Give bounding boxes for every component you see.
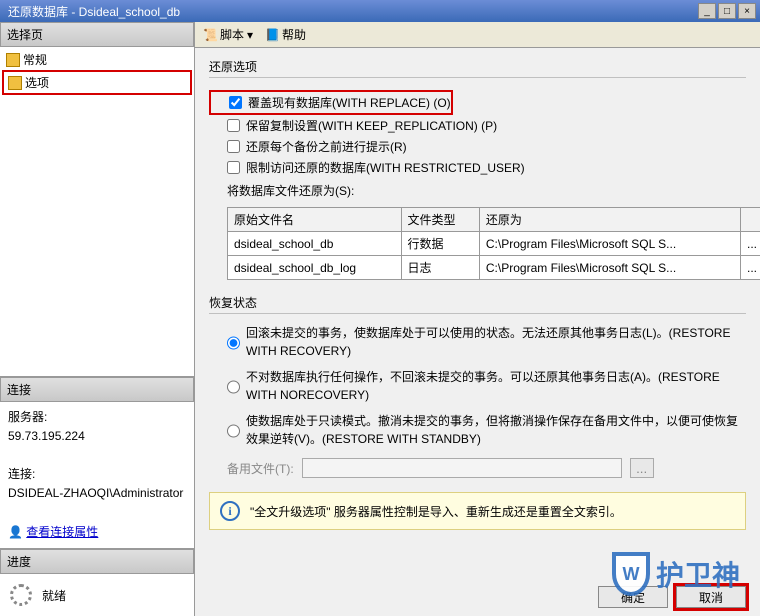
recovery-label-recovery: 回滚未提交的事务，使数据库处于可以使用的状态。无法还原其他事务日志(L)。(RE… xyxy=(246,324,746,360)
recovery-state-title: 恢复状态 xyxy=(209,294,746,314)
progress-label: 就绪 xyxy=(42,587,66,604)
page-icon xyxy=(6,53,20,67)
prompt-label: 还原每个备份之前进行提示(R) xyxy=(246,138,407,155)
spinner-icon xyxy=(10,584,32,606)
restricted-checkbox[interactable] xyxy=(227,161,240,174)
connection-header: 连接 xyxy=(0,377,194,402)
standby-file-label: 备用文件(T): xyxy=(227,460,294,477)
cancel-button[interactable]: 取消 xyxy=(676,586,746,608)
browse-button[interactable]: ... xyxy=(740,256,760,280)
prompt-option[interactable]: 还原每个备份之前进行提示(R) xyxy=(209,136,746,157)
titlebar: 还原数据库 - Dsideal_school_db _ □ × xyxy=(0,0,760,22)
cell-path: C:\Program Files\Microsoft SQL S... xyxy=(479,256,740,280)
nav-item-options[interactable]: 选项 xyxy=(2,70,192,95)
overwrite-label: 覆盖现有数据库(WITH REPLACE) (O) xyxy=(248,94,451,111)
overwrite-checkbox[interactable] xyxy=(229,96,242,109)
progress-header: 进度 xyxy=(0,549,194,574)
restore-options-group: 还原选项 覆盖现有数据库(WITH REPLACE) (O) 保留复制设置(WI… xyxy=(209,58,746,280)
prompt-checkbox[interactable] xyxy=(227,140,240,153)
cell-type: 行数据 xyxy=(401,232,479,256)
main-panel: 📜 脚本 ▾ 📘 帮助 还原选项 覆盖现有数据库(WITH REPLACE) (… xyxy=(195,22,760,616)
overwrite-option[interactable]: 覆盖现有数据库(WITH REPLACE) (O) xyxy=(209,90,453,115)
server-value: 59.73.195.224 xyxy=(8,427,186,446)
files-label: 将数据库文件还原为(S): xyxy=(209,178,746,203)
nav-item-general[interactable]: 常规 xyxy=(2,49,192,70)
cell-path: C:\Program Files\Microsoft SQL S... xyxy=(479,232,740,256)
nav-label: 选项 xyxy=(25,74,49,91)
close-button[interactable]: × xyxy=(738,3,756,19)
keep-replication-checkbox[interactable] xyxy=(227,119,240,132)
restore-options-title: 还原选项 xyxy=(209,58,746,78)
nav-label: 常规 xyxy=(23,51,47,68)
col-file-type[interactable]: 文件类型 xyxy=(401,208,479,232)
recovery-radio-standby[interactable] xyxy=(227,414,240,448)
cell-type: 日志 xyxy=(401,256,479,280)
table-row[interactable]: dsideal_school_db_log 日志 C:\Program File… xyxy=(228,256,760,280)
toolbar: 📜 脚本 ▾ 📘 帮助 xyxy=(195,22,760,48)
script-label: 脚本 xyxy=(220,26,244,43)
script-icon: 📜 xyxy=(203,28,217,42)
info-text: "全文升级选项" 服务器属性控制是导入、重新生成还是重置全文索引。 xyxy=(250,503,622,520)
help-button[interactable]: 📘 帮助 xyxy=(265,26,306,43)
user-icon: 👤 xyxy=(8,525,23,539)
keep-replication-label: 保留复制设置(WITH KEEP_REPLICATION) (P) xyxy=(246,117,497,134)
view-connection-link[interactable]: 查看连接属性 xyxy=(26,525,98,539)
cell-name: dsideal_school_db xyxy=(228,232,402,256)
info-icon: i xyxy=(220,501,240,521)
maximize-button[interactable]: □ xyxy=(718,3,736,19)
browse-button[interactable]: ... xyxy=(740,232,760,256)
page-icon xyxy=(8,76,22,90)
recovery-state-group: 恢复状态 回滚未提交的事务，使数据库处于可以使用的状态。无法还原其他事务日志(L… xyxy=(209,294,746,478)
window-title: 还原数据库 - Dsideal_school_db xyxy=(4,3,698,20)
window-controls: _ □ × xyxy=(698,3,756,19)
help-label: 帮助 xyxy=(282,26,306,43)
recovery-label-norecovery: 不对数据库执行任何操作，不回滚未提交的事务。可以还原其他事务日志(A)。(RES… xyxy=(246,368,746,404)
table-row[interactable]: dsideal_school_db 行数据 C:\Program Files\M… xyxy=(228,232,760,256)
keep-replication-option[interactable]: 保留复制设置(WITH KEEP_REPLICATION) (P) xyxy=(209,115,746,136)
restricted-option[interactable]: 限制访问还原的数据库(WITH RESTRICTED_USER) xyxy=(209,157,746,178)
sidebar: 选择页 常规 选项 连接 服务器: 59.73.195.224 连接: DSID… xyxy=(0,22,195,616)
nav-header: 选择页 xyxy=(0,22,194,47)
connection-label: 连接: xyxy=(8,465,186,484)
recovery-radio-norecovery[interactable] xyxy=(227,370,240,404)
cell-name: dsideal_school_db_log xyxy=(228,256,402,280)
col-restore-as[interactable]: 还原为 xyxy=(479,208,740,232)
standby-file-input xyxy=(302,458,622,478)
recovery-radio-recovery[interactable] xyxy=(227,326,240,360)
info-box: i "全文升级选项" 服务器属性控制是导入、重新生成还是重置全文索引。 xyxy=(209,492,746,530)
minimize-button[interactable]: _ xyxy=(698,3,716,19)
standby-file-browse: ... xyxy=(630,458,654,478)
recovery-label-standby: 使数据库处于只读模式。撤消未提交的事务，但将撤消操作保存在备用文件中，以便可使恢… xyxy=(246,412,746,448)
help-icon: 📘 xyxy=(265,28,279,42)
script-button[interactable]: 📜 脚本 ▾ xyxy=(203,26,253,43)
col-original-name[interactable]: 原始文件名 xyxy=(228,208,402,232)
ok-button[interactable]: 确定 xyxy=(598,586,668,608)
server-label: 服务器: xyxy=(8,408,186,427)
footer: 确定 取消 xyxy=(195,578,760,616)
restricted-label: 限制访问还原的数据库(WITH RESTRICTED_USER) xyxy=(246,159,525,176)
connection-value: DSIDEAL-ZHAOQI\Administrator xyxy=(8,484,186,503)
files-table: 原始文件名 文件类型 还原为 dsideal_school_db 行数据 C:\… xyxy=(227,207,760,280)
